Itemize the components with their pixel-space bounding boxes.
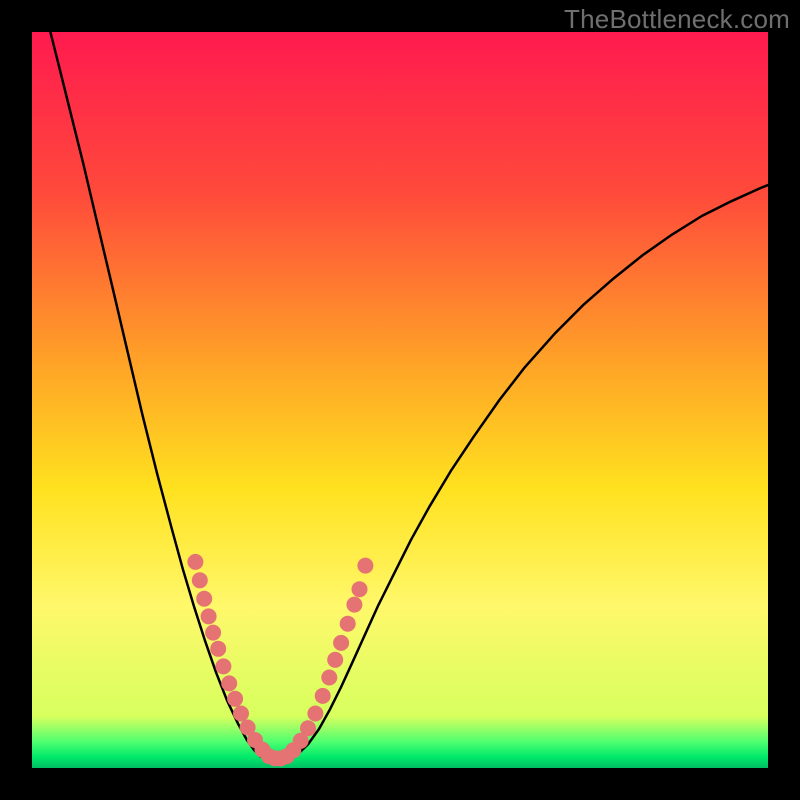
marker-dot <box>215 658 231 674</box>
marker-dot <box>327 652 343 668</box>
marker-dot <box>192 572 208 588</box>
watermark-text: TheBottleneck.com <box>564 4 790 35</box>
chart-svg <box>0 0 800 800</box>
marker-dot <box>196 591 212 607</box>
marker-dot <box>300 720 316 736</box>
chart-frame: TheBottleneck.com <box>0 0 800 800</box>
marker-dot <box>233 706 249 722</box>
marker-dot <box>357 558 373 574</box>
marker-dot <box>340 616 356 632</box>
marker-dot <box>187 554 203 570</box>
marker-dot <box>346 597 362 613</box>
marker-dot <box>205 625 221 641</box>
marker-dot <box>352 581 368 597</box>
marker-dot <box>315 688 331 704</box>
marker-dot <box>333 635 349 651</box>
marker-dot <box>321 670 337 686</box>
plot-background <box>32 32 768 768</box>
marker-dot <box>307 706 323 722</box>
marker-dot <box>227 691 243 707</box>
marker-dot <box>210 641 226 657</box>
marker-dot <box>201 608 217 624</box>
marker-dot <box>221 675 237 691</box>
